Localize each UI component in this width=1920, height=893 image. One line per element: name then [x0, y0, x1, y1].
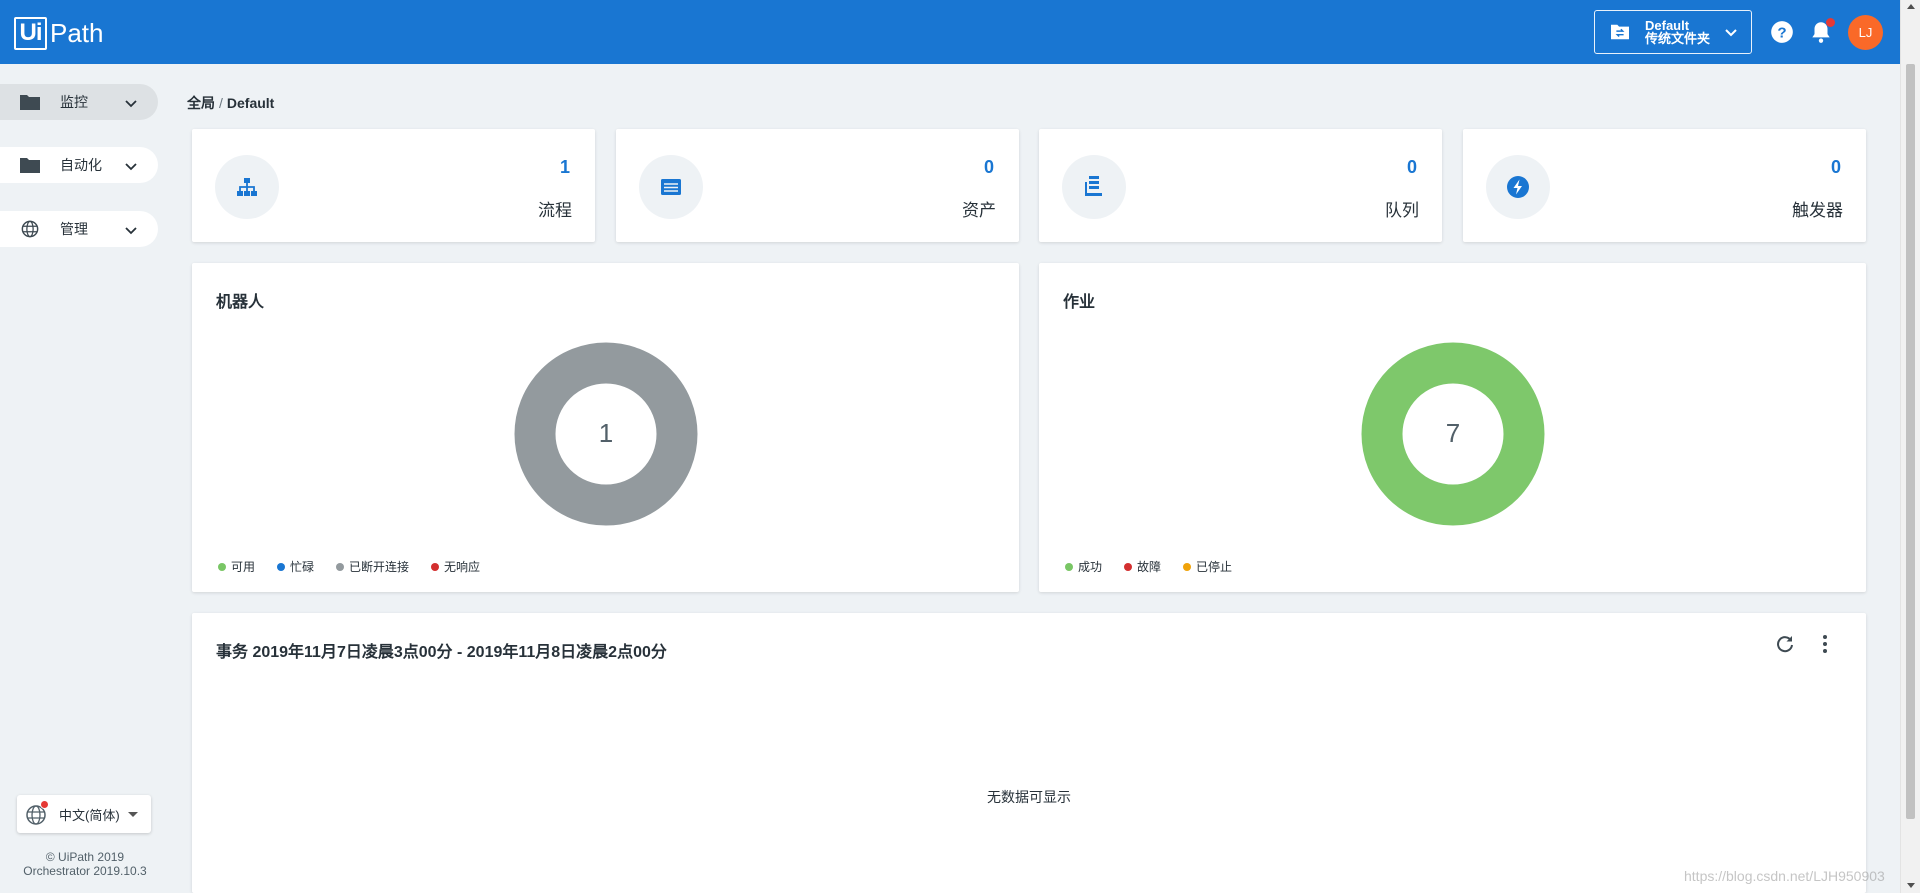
- sidebar-item-monitoring[interactable]: 监控: [0, 84, 158, 120]
- svg-text:?: ?: [1777, 24, 1786, 41]
- chevron-down-icon: [125, 100, 137, 108]
- sidebar-item-label: 自动化: [60, 157, 102, 173]
- page-scrollbar[interactable]: [1900, 0, 1920, 893]
- language-selector[interactable]: 中文(简体): [17, 795, 151, 833]
- transactions-title: 事务 2019年11月7日凌晨3点00分 - 2019年11月8日凌晨2点00分: [216, 644, 667, 661]
- caret-down-icon: [127, 811, 138, 817]
- legend-label: 已停止: [1196, 560, 1233, 574]
- stat-label: 队列: [1385, 201, 1419, 220]
- legend-item-busy[interactable]: 忙碌: [277, 558, 314, 575]
- legend-dot: [1065, 562, 1073, 571]
- language-badge: [40, 800, 49, 809]
- no-data-message: 无数据可显示: [987, 789, 1071, 805]
- sidebar-item-management[interactable]: 管理: [0, 211, 158, 247]
- stat-label: 触发器: [1792, 201, 1843, 220]
- help-circle-icon[interactable]: ?: [1769, 19, 1795, 45]
- robots-total: 1: [598, 418, 614, 448]
- panel-title: 作业: [1063, 294, 1096, 311]
- scroll-up-arrow-icon[interactable]: [1907, 4, 1915, 9]
- panel-title: 机器人: [216, 294, 265, 311]
- queue-icon: [1062, 155, 1126, 219]
- watermark: https://blog.csdn.net/LJH950903: [1684, 868, 1885, 884]
- stat-value: 0: [983, 157, 994, 177]
- legend-item-successful[interactable]: 成功: [1065, 558, 1102, 575]
- folder-type: 传统文件夹: [1645, 31, 1711, 46]
- breadcrumb-current: Default: [226, 95, 275, 111]
- folder-swap-icon: [1611, 24, 1629, 40]
- legend-item-available[interactable]: 可用: [218, 558, 255, 575]
- user-avatar[interactable]: LJ: [1848, 15, 1883, 50]
- legend-item-stopped[interactable]: 已停止: [1183, 558, 1232, 575]
- chevron-down-icon: [125, 227, 137, 235]
- legend-dot: [1183, 562, 1192, 571]
- language-label: 中文(简体): [59, 807, 120, 823]
- refresh-icon[interactable]: [1773, 632, 1797, 656]
- legend-item-unresponsive[interactable]: 无响应: [431, 558, 480, 575]
- sidebar-item-label: 监控: [60, 94, 88, 110]
- stat-value: 0: [1406, 157, 1417, 177]
- legend-dot: [218, 562, 226, 571]
- sidebar-item-automation[interactable]: 自动化: [0, 147, 158, 183]
- scroll-down-arrow-icon[interactable]: [1907, 883, 1915, 888]
- chevron-down-icon: [125, 163, 137, 171]
- stat-value: 0: [1830, 157, 1841, 177]
- jobs-panel: 作业 7 成功 故障 已停止: [1039, 263, 1866, 592]
- globe-icon: [21, 220, 39, 238]
- breadcrumb-separator: /: [219, 95, 223, 111]
- folder-icon: [20, 158, 40, 173]
- stat-value: 1: [559, 157, 570, 177]
- scrollbar-thumb[interactable]: [1906, 64, 1915, 819]
- robots-legend: 可用 忙碌 已断开连接 无响应: [218, 558, 502, 575]
- robots-panel: 机器人 1 可用 忙碌 已断开连接 无响应: [192, 263, 1019, 592]
- legend-label: 可用: [231, 560, 256, 574]
- legend-label: 故障: [1137, 560, 1162, 574]
- lightning-icon: [1486, 155, 1550, 219]
- legend-label: 无响应: [444, 560, 481, 574]
- copyright: © UiPath 2019: [45, 850, 125, 864]
- legend-item-faulted[interactable]: 故障: [1124, 558, 1161, 575]
- notification-badge: [1826, 18, 1835, 27]
- version: Orchestrator 2019.10.3: [23, 864, 147, 878]
- stat-card-processes[interactable]: 1 流程: [192, 129, 595, 242]
- uipath-logo[interactable]: Ui Path: [14, 15, 104, 51]
- globe-icon: [25, 800, 49, 826]
- logo-ui-box: Ui: [14, 16, 47, 50]
- legend-dot: [431, 562, 440, 571]
- asset-list-icon: [639, 155, 703, 219]
- jobs-total: 7: [1445, 418, 1461, 448]
- legend-dot: [1124, 562, 1133, 571]
- folder-selector-button[interactable]: Default 传统文件夹: [1594, 10, 1752, 54]
- folder-icon: [20, 95, 40, 110]
- stat-label: 流程: [538, 201, 572, 220]
- stat-card-queues[interactable]: 0 队列: [1039, 129, 1442, 242]
- legend-label: 成功: [1078, 560, 1103, 574]
- legend-dot: [336, 562, 345, 571]
- top-bar: Ui Path Default 传统文件夹 ? LJ: [0, 0, 1900, 64]
- more-vert-icon[interactable]: [1813, 632, 1837, 656]
- legend-label: 忙碌: [290, 560, 315, 574]
- transactions-panel: 事务 2019年11月7日凌晨3点00分 - 2019年11月8日凌晨2点00分…: [192, 613, 1866, 893]
- legend-item-disconnected[interactable]: 已断开连接: [336, 558, 409, 575]
- chevron-down-icon: [1725, 29, 1737, 37]
- stat-label: 资产: [962, 201, 996, 220]
- legend-dot: [277, 562, 286, 571]
- stat-card-triggers[interactable]: 0 触发器: [1463, 129, 1866, 242]
- legend-label: 已断开连接: [349, 560, 410, 574]
- stat-card-assets[interactable]: 0 资产: [616, 129, 1019, 242]
- breadcrumb-root[interactable]: 全局: [187, 95, 215, 111]
- sidebar-item-label: 管理: [60, 221, 88, 237]
- breadcrumb: 全局 / Default: [187, 93, 274, 113]
- logo-text: Path: [50, 17, 104, 48]
- sitemap-icon: [215, 155, 279, 219]
- jobs-legend: 成功 故障 已停止: [1065, 558, 1254, 575]
